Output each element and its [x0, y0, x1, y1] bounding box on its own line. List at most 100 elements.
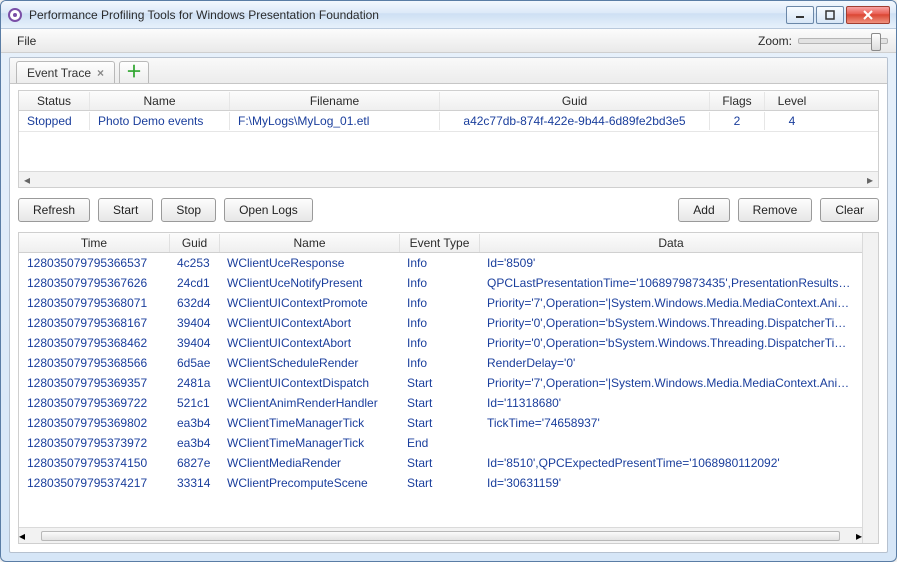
menu-file[interactable]: File — [9, 31, 44, 51]
zoom-label: Zoom: — [758, 34, 792, 48]
events-table: Time Guid Name Event Type Data 128035079… — [18, 232, 879, 544]
th-name[interactable]: Name — [89, 92, 229, 110]
event-row[interactable]: 1280350797953693572481aWClientUIContextD… — [19, 373, 862, 393]
stop-button[interactable]: Stop — [161, 198, 216, 222]
cell-name: WClientTimeManagerTick — [219, 415, 399, 431]
cell-data: Id='30631159' — [479, 475, 862, 491]
cell-data: Priority='0',Operation='bSystem.Windows.… — [479, 335, 862, 351]
remove-button[interactable]: Remove — [738, 198, 813, 222]
cell-name: WClientPrecomputeScene — [219, 475, 399, 491]
start-button[interactable]: Start — [98, 198, 153, 222]
cell-guid: 33314 — [169, 475, 219, 491]
event-row[interactable]: 128035079795369802ea3b4WClientTimeManage… — [19, 413, 862, 433]
cell-data: Priority='7',Operation='|System.Windows.… — [479, 375, 862, 391]
eh-name[interactable]: Name — [219, 234, 399, 252]
maximize-button[interactable] — [816, 6, 844, 24]
event-row[interactable]: 128035079795373972ea3b4WClientTimeManage… — [19, 433, 862, 453]
eh-time[interactable]: Time — [19, 234, 169, 252]
events-vscroll[interactable] — [862, 233, 878, 543]
cell-guid: 4c253 — [169, 255, 219, 271]
cell-type: Info — [399, 335, 479, 351]
eh-guid[interactable]: Guid — [169, 234, 219, 252]
close-button[interactable] — [846, 6, 890, 24]
eh-data[interactable]: Data — [479, 234, 862, 252]
events-body[interactable]: 1280350797953665374c253WClientUceRespons… — [19, 253, 862, 527]
cell-data: QPCLastPresentationTime='1068979873435',… — [479, 275, 862, 291]
tab-close-icon[interactable]: × — [97, 66, 104, 80]
cell-name: WClientUceResponse — [219, 255, 399, 271]
add-button[interactable]: Add — [678, 198, 729, 222]
cell-name: WClientScheduleRender — [219, 355, 399, 371]
cell-time: 128035079795374150 — [19, 455, 169, 471]
cell-type: End — [399, 435, 479, 451]
scroll-left-icon[interactable]: ◂ — [19, 529, 25, 543]
scroll-right-icon[interactable]: ▸ — [862, 173, 878, 187]
hscroll-thumb[interactable] — [41, 531, 840, 541]
zoom-thumb[interactable] — [871, 33, 881, 51]
cell-data: Id='8510',QPCExpectedPresentTime='106898… — [479, 455, 862, 471]
cell-type: Info — [399, 355, 479, 371]
trace-row[interactable]: Stopped Photo Demo events F:\MyLogs\MyLo… — [19, 111, 878, 131]
cell-type: Info — [399, 275, 479, 291]
cell-type: Info — [399, 295, 479, 311]
event-row[interactable]: 1280350797953741506827eWClientMediaRende… — [19, 453, 862, 473]
th-filename[interactable]: Filename — [229, 92, 439, 110]
event-row[interactable]: 128035079795369722521c1WClientAnimRender… — [19, 393, 862, 413]
cell-time: 128035079795368462 — [19, 335, 169, 351]
cell-time: 128035079795368566 — [19, 355, 169, 371]
cell-time: 128035079795374217 — [19, 475, 169, 491]
open-logs-button[interactable]: Open Logs — [224, 198, 313, 222]
trace-header-row: Status Name Filename Guid Flags Level — [19, 91, 878, 111]
cell-data: TickTime='74658937' — [479, 415, 862, 431]
cell-type: Info — [399, 255, 479, 271]
th-status[interactable]: Status — [19, 92, 89, 110]
cell-name: WClientTimeManagerTick — [219, 435, 399, 451]
event-row[interactable]: 128035079795368071632d4WClientUIContextP… — [19, 293, 862, 313]
event-row[interactable]: 12803507979536816739404WClientUIContextA… — [19, 313, 862, 333]
td-filename: F:\MyLogs\MyLog_01.etl — [229, 112, 439, 130]
tab-event-trace[interactable]: Event Trace × — [16, 61, 115, 83]
event-row[interactable]: 1280350797953685666d5aeWClientScheduleRe… — [19, 353, 862, 373]
cell-name: WClientUIContextDispatch — [219, 375, 399, 391]
cell-data: RenderDelay='0' — [479, 355, 862, 371]
cell-guid: 6827e — [169, 455, 219, 471]
th-flags[interactable]: Flags — [709, 92, 764, 110]
eh-type[interactable]: Event Type — [399, 234, 479, 252]
event-row[interactable]: 1280350797953665374c253WClientUceRespons… — [19, 253, 862, 273]
tab-add[interactable]: ＋ — [119, 61, 149, 83]
zoom-slider[interactable] — [798, 38, 888, 44]
refresh-button[interactable]: Refresh — [18, 198, 90, 222]
event-row[interactable]: 12803507979536762624cd1WClientUceNotifyP… — [19, 273, 862, 293]
th-level[interactable]: Level — [764, 92, 819, 110]
scroll-left-icon[interactable]: ◂ — [19, 173, 35, 187]
titlebar[interactable]: Performance Profiling Tools for Windows … — [1, 1, 896, 29]
window-title: Performance Profiling Tools for Windows … — [29, 8, 784, 22]
td-flags: 2 — [709, 112, 764, 130]
plus-icon: ＋ — [126, 66, 142, 80]
trace-hscroll[interactable]: ◂ ▸ — [19, 171, 878, 187]
clear-button[interactable]: Clear — [820, 198, 879, 222]
cell-data: Priority='7',Operation='|System.Windows.… — [479, 295, 862, 311]
cell-time: 128035079795369802 — [19, 415, 169, 431]
event-row[interactable]: 12803507979536846239404WClientUIContextA… — [19, 333, 862, 353]
cell-guid: 24cd1 — [169, 275, 219, 291]
cell-data: Priority='0',Operation='bSystem.Windows.… — [479, 315, 862, 331]
cell-time: 128035079795373972 — [19, 435, 169, 451]
app-window: Performance Profiling Tools for Windows … — [0, 0, 897, 562]
minimize-button[interactable] — [786, 6, 814, 24]
content-area: Status Name Filename Guid Flags Level St… — [10, 84, 887, 552]
cell-guid: ea3b4 — [169, 435, 219, 451]
th-guid[interactable]: Guid — [439, 92, 709, 110]
td-guid: a42c77db-874f-422e-9b44-6d89fe2bd3e5 — [439, 112, 709, 130]
event-row[interactable]: 12803507979537421733314WClientPrecompute… — [19, 473, 862, 493]
trace-table: Status Name Filename Guid Flags Level St… — [18, 90, 879, 188]
cell-time: 128035079795366537 — [19, 255, 169, 271]
td-status: Stopped — [19, 112, 89, 130]
events-hscroll[interactable]: ◂ ▸ — [19, 527, 862, 543]
cell-time: 128035079795368071 — [19, 295, 169, 311]
cell-name: WClientUceNotifyPresent — [219, 275, 399, 291]
cell-time: 128035079795369357 — [19, 375, 169, 391]
td-level: 4 — [764, 112, 819, 130]
inner-panel: Event Trace × ＋ Status Name Filename Gui… — [9, 57, 888, 553]
cell-time: 128035079795367626 — [19, 275, 169, 291]
